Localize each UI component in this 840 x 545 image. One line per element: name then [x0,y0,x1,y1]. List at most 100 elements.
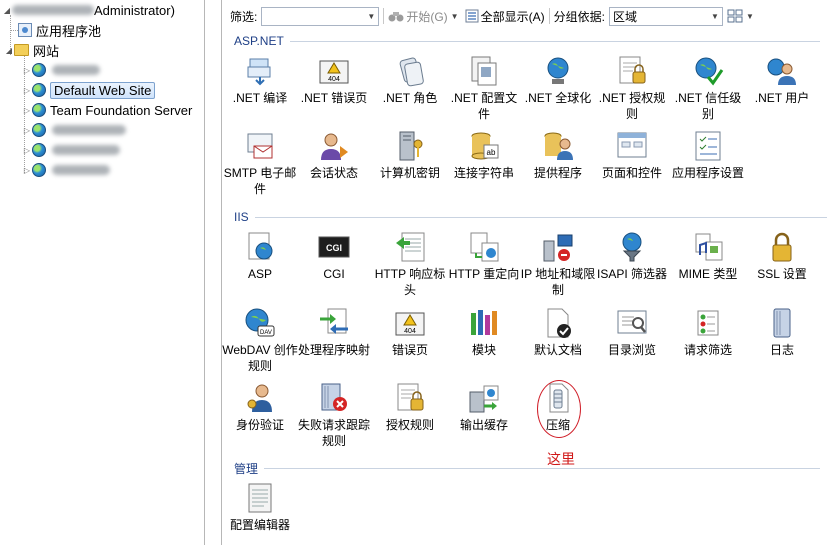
feature-http-response-headers[interactable]: HTTP 响应标头 [372,231,448,298]
feature-session-state[interactable]: 会话状态 [296,130,372,181]
feature-configuration-editor[interactable]: 配置编辑器 [222,482,298,533]
feature-directory-browsing[interactable]: 目录浏览 [594,307,670,358]
tree-server-node[interactable]: ◢ Administrator) [2,0,175,20]
feature-providers[interactable]: 提供程序 [520,130,596,181]
feature-handler-mappings[interactable]: 处理程序映射 [296,307,372,358]
feature-label: 应用程序设置 [671,166,744,180]
feature-pages-and-controls[interactable]: 页面和控件 [594,130,670,181]
feature-label: 默认文档 [533,343,582,357]
chevron-down-icon: ▼ [367,11,376,21]
feature-ssl-settings[interactable]: SSL 设置 [744,231,820,282]
feature-dotnet-compilation[interactable]: .NET 编译 [222,55,298,106]
feature-authentication[interactable]: 身份验证 [222,382,298,433]
feature-dotnet-trust-levels[interactable]: .NET 信任级别 [670,55,746,122]
tree-item-team-foundation-server[interactable]: ▷ Team Foundation Server [22,100,192,120]
tree-item-sites[interactable]: ◢ 网站 [4,40,59,60]
globe-icon [32,83,46,97]
expand-arrow-icon[interactable]: ▷ [22,86,32,95]
svg-text:DAV: DAV [260,330,272,336]
feature-label: ISAPI 筛选器 [596,267,667,281]
show-all-label: 全部显示(A) [480,9,545,24]
chevron-down-icon: ▼ [450,11,459,21]
section-header-iis: IIS [234,210,827,224]
show-all-button[interactable]: 全部显示(A) [465,8,545,25]
feature-label: 模块 [471,343,496,357]
feature-asp[interactable]: ASP [222,231,298,282]
smtp-email-icon [244,130,276,162]
group-by-select[interactable]: 区域 ▼ [608,6,723,26]
annotation-text: 这里 [547,451,575,467]
features-view: 筛选: ▼ 开始(G) ▼ 全部显示(A) 分组依据: 区域 ▼ ▼ ASP.N… [221,0,840,545]
expand-arrow-icon[interactable]: ▷ [22,106,32,115]
feature-authorization-rules[interactable]: 授权规则 [372,382,448,433]
collapse-arrow-icon[interactable]: ◢ [4,46,14,55]
feature-dotnet-globalization[interactable]: .NET 全球化 [520,55,596,106]
start-button[interactable]: 开始(G) ▼ [388,8,459,25]
expand-arrow-icon[interactable]: ▷ [22,166,32,175]
feature-default-document[interactable]: 默认文档 [520,307,596,358]
tree-item-site-redacted-4[interactable]: ▷ [22,160,110,180]
section-divider [289,40,820,42]
collapse-arrow-icon[interactable]: ◢ [2,6,12,15]
redacted-site-name [52,145,120,155]
section-title: 管理 [234,462,259,476]
tree-item-site-redacted-1[interactable]: ▷ [22,60,100,80]
cgi-icon: CGI [318,231,350,263]
feature-dotnet-profile[interactable]: .NET 配置文件 [446,55,522,122]
feature-output-caching[interactable]: 输出缓存 [446,382,522,433]
section-header-management: 管理 [234,460,821,477]
view-icons-icon [727,9,743,23]
modules-icon [468,307,500,339]
section-title: ASP.NET [234,34,284,48]
expand-arrow-icon[interactable]: ▷ [22,146,32,155]
tree-item-site-redacted-2[interactable]: ▷ [22,120,126,140]
feature-error-pages[interactable]: 404 错误页 [372,307,448,358]
feature-label: ASP [247,267,272,281]
feature-label: .NET 角色 [382,91,438,105]
filter-input[interactable]: ▼ [261,6,380,26]
feature-dotnet-users[interactable]: .NET 用户 [744,55,820,106]
feature-label: .NET 全球化 [524,91,592,105]
feature-application-settings[interactable]: 应用程序设置 [670,130,746,181]
tree-item-default-web-site[interactable]: ▷ Default Web Site [22,80,156,100]
tree-item-app-pools[interactable]: 应用程序池 [18,20,101,40]
feature-request-filtering[interactable]: 请求筛选 [670,307,746,358]
tree-item-site-redacted-3[interactable]: ▷ [22,140,120,160]
feature-label: 身份验证 [235,418,284,432]
handler-mappings-icon [318,307,350,339]
feature-cgi[interactable]: CGI CGI [296,231,372,282]
feature-label: WebDAV 创作规则 [222,343,298,373]
sites-folder-icon [14,44,29,56]
server-label: Administrator) [94,2,175,18]
feature-label: SSL 设置 [757,267,807,281]
feature-connection-strings[interactable]: ab 连接字符串 [446,130,522,181]
feature-machine-key[interactable]: 计算机密钥 [372,130,448,181]
feature-dotnet-authorization-rules[interactable]: .NET 授权规则 [594,55,670,122]
feature-dotnet-roles[interactable]: .NET 角色 [372,55,448,106]
dotnet-error-pages-icon: 404 [318,55,350,87]
configuration-editor-icon [244,482,276,514]
feature-label: HTTP 重定向 [448,267,520,281]
view-mode-button[interactable]: ▼ [727,9,754,23]
feature-mime-types[interactable]: MIME 类型 [670,231,746,282]
feature-dotnet-error-pages[interactable]: 404 .NET 错误页 [296,55,372,106]
feature-logging[interactable]: 日志 [744,307,820,358]
feature-smtp-email[interactable]: SMTP 电子邮件 [222,130,298,197]
section-title: IIS [234,210,249,224]
feature-webdav-authoring-rules[interactable]: DAV WebDAV 创作规则 [222,307,298,374]
feature-ip-domain-restrictions[interactable]: IP 地址和域限制 [520,231,596,298]
tree-item-label: 网站 [33,43,60,59]
svg-text:404: 404 [328,76,340,83]
feature-http-redirect[interactable]: HTTP 重定向 [446,231,522,282]
authorization-rules-icon [394,382,426,414]
expand-arrow-icon[interactable]: ▷ [22,126,32,135]
error-pages-icon: 404 [394,307,426,339]
feature-modules[interactable]: 模块 [446,307,522,358]
dotnet-profile-icon [468,55,500,87]
feature-failed-request-tracing[interactable]: 失败请求跟踪规则 [296,382,372,449]
expand-arrow-icon[interactable]: ▷ [22,66,32,75]
output-caching-icon [468,382,500,414]
asp-icon [244,231,276,263]
feature-label: MIME 类型 [678,267,738,281]
feature-isapi-filters[interactable]: ISAPI 筛选器 [594,231,670,282]
